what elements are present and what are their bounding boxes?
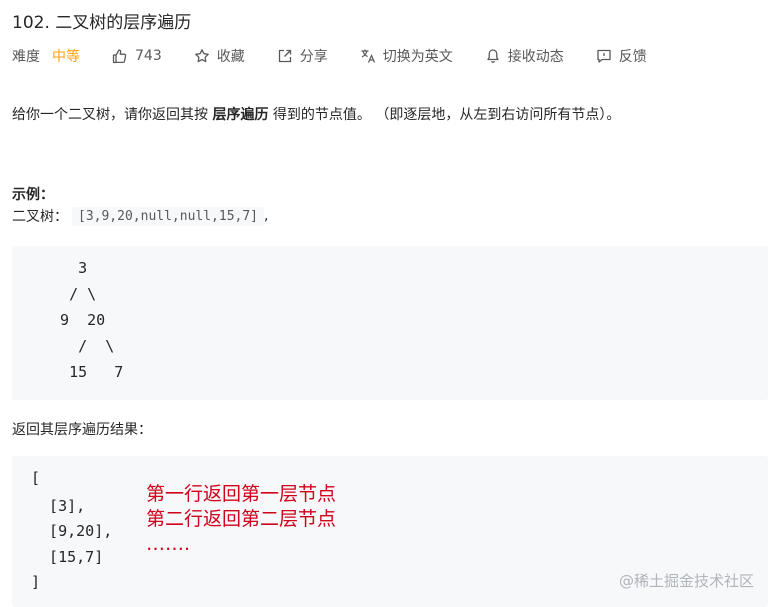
- annotation-line-1: 第一行返回第一层节点: [146, 483, 337, 505]
- problem-description: 给你一个二叉树，请你返回其按 层序遍历 得到的节点值。 （即逐层地，从左到右访问…: [12, 104, 620, 124]
- difficulty-label: 难度: [12, 49, 40, 65]
- example-input-label: 二叉树：: [12, 209, 68, 225]
- example-input: 二叉树： [3,9,20,null,null,15,7] ,: [12, 206, 268, 226]
- like-button[interactable]: 743: [112, 48, 162, 64]
- description-text-rest: 得到的节点值。 （即逐层地，从左到右访问所有节点）。: [268, 107, 621, 123]
- bell-icon: [487, 49, 499, 63]
- example-title: 示例：: [12, 187, 54, 203]
- feedback-icon: [597, 49, 611, 63]
- thumbs-up-icon: [112, 49, 127, 64]
- switch-language-label: 切换为英文: [382, 49, 453, 65]
- share-label: 分享: [299, 49, 328, 65]
- notify-button[interactable]: 接收动态: [485, 46, 564, 66]
- example-input-code: [3,9,20,null,null,15,7]: [72, 206, 265, 226]
- tree-line: 3: [42, 259, 88, 277]
- tree-line: 15 7: [42, 363, 124, 381]
- problem-title: 102. 二叉树的层序遍历: [12, 13, 192, 33]
- tree-line: 9 20: [42, 311, 106, 329]
- annotation-line-3: …….: [146, 533, 191, 555]
- watermark: @稀土掘金技术社区: [618, 572, 754, 590]
- share-icon: [278, 49, 291, 63]
- star-icon: [194, 49, 209, 63]
- result-line: [15,7]: [31, 548, 104, 566]
- result-label: 返回其层序遍历结果：: [12, 422, 152, 438]
- description-text: 给你一个二叉树，请你返回其按: [12, 107, 213, 123]
- share-button[interactable]: 分享: [277, 46, 328, 66]
- problem-meta-bar: 难度 中等 743 收藏 分享 切换为英文 接收动态 反馈: [12, 44, 679, 68]
- tree-line: / \: [42, 285, 97, 303]
- notify-label: 接收动态: [507, 49, 564, 65]
- favorite-button[interactable]: 收藏: [194, 46, 245, 66]
- feedback-button[interactable]: 反馈: [596, 46, 647, 66]
- feedback-label: 反馈: [618, 49, 647, 65]
- tree-line: / \: [42, 337, 115, 355]
- difficulty-badge: 中等: [52, 49, 80, 65]
- switch-language-button[interactable]: 切换为英文: [360, 46, 453, 66]
- like-count: 743: [135, 48, 162, 64]
- example-input-suffix: ,: [264, 208, 269, 224]
- result-line: [3],: [31, 497, 86, 515]
- favorite-label: 收藏: [216, 49, 245, 65]
- translate-icon: [361, 49, 375, 63]
- annotation-line-2: 第二行返回第二层节点: [146, 508, 337, 530]
- tree-code-block: 3 / \ 9 20 / \ 15 7: [12, 246, 768, 400]
- result-line: ]: [31, 573, 41, 591]
- description-bold: 层序遍历: [212, 107, 269, 123]
- result-line: [: [31, 469, 41, 487]
- result-line: [9,20],: [31, 522, 113, 540]
